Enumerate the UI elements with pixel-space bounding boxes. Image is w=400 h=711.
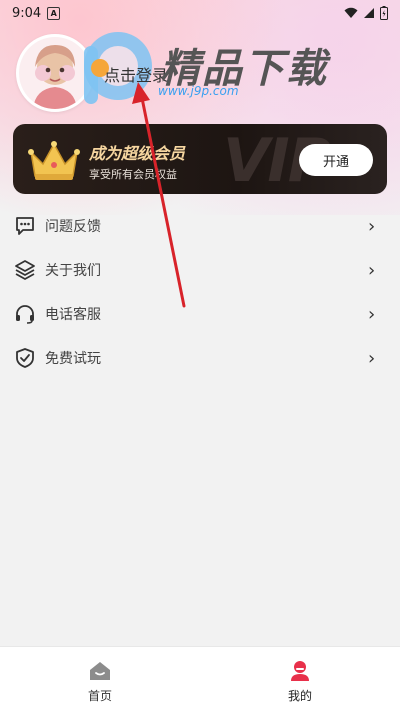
chevron-right-icon: › (368, 347, 376, 369)
chevron-right-icon: › (368, 303, 376, 325)
chevron-right-icon: › (368, 259, 376, 281)
watermark-url: www.j9p.com (158, 84, 239, 98)
menu-item-feedback[interactable]: 问题反馈 › (0, 204, 400, 248)
menu-item-phone-support[interactable]: 电话客服 › (0, 292, 400, 336)
vip-title: 成为超级会员 (89, 144, 186, 163)
tab-home[interactable]: 首页 (0, 647, 200, 711)
headset-icon (16, 305, 34, 324)
status-bar: 9:04 A (0, 0, 400, 26)
vip-banner[interactable]: VIP 成为超级会员 享受所有会员权益 开通 (13, 124, 387, 194)
tab-home-label: 首页 (87, 689, 112, 703)
settings-menu: 问题反馈 › 关于我们 › 电话客服 › 免费试玩 › (0, 204, 400, 380)
status-time: 9:04 (12, 5, 42, 21)
wifi-icon (344, 7, 358, 18)
menu-label: 免费试玩 (45, 351, 101, 367)
vip-open-button[interactable]: 开通 (299, 144, 373, 176)
menu-label: 电话客服 (45, 307, 101, 323)
layers-icon (15, 260, 35, 280)
tab-mine-label: 我的 (287, 689, 312, 703)
menu-item-about[interactable]: 关于我们 › (0, 248, 400, 292)
bottom-navigation: 首页 我的 (0, 646, 400, 711)
home-icon (90, 662, 110, 680)
signal-icon (364, 8, 374, 18)
profile-icon (291, 661, 309, 681)
login-prompt[interactable]: 点击登录 (104, 62, 168, 86)
menu-label: 关于我们 (45, 263, 101, 279)
vip-subtitle: 享受所有会员权益 (89, 168, 177, 181)
chevron-right-icon: › (368, 215, 376, 237)
feedback-icon (16, 217, 34, 235)
notification-app-icon: A (47, 6, 61, 20)
menu-label: 问题反馈 (45, 219, 101, 235)
tab-mine[interactable]: 我的 (200, 647, 400, 711)
menu-item-free-trial[interactable]: 免费试玩 › (0, 336, 400, 380)
crown-icon (28, 141, 80, 180)
shield-check-icon (16, 348, 34, 368)
battery-icon (380, 6, 388, 20)
